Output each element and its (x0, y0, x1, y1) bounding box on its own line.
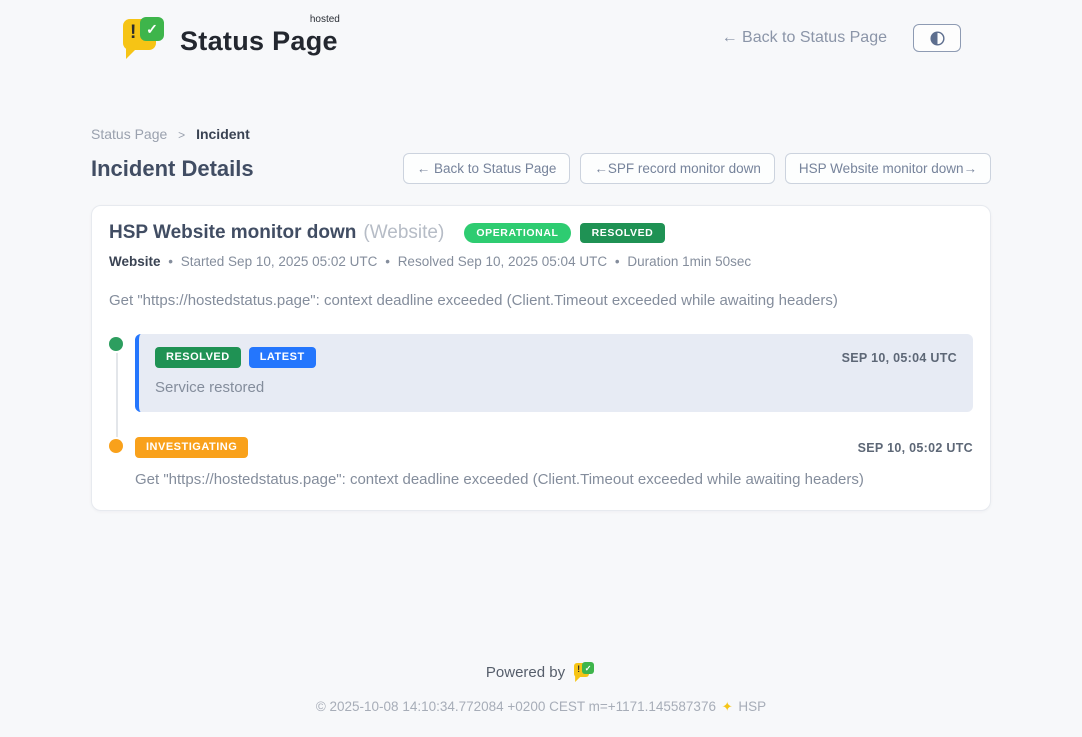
copyright-text: © 2025-10-08 14:10:34.772084 +0200 CEST … (316, 699, 716, 714)
timeline-message: Service restored (155, 379, 957, 396)
timeline-entry-investigating: INVESTIGATING SEP 10, 05:02 UTC Get "htt… (109, 437, 973, 488)
incident-nav-buttons: ← Back to Status Page ←SPF record monito… (403, 153, 991, 184)
timeline-entry-header: INVESTIGATING SEP 10, 05:02 UTC (135, 437, 973, 458)
latest-badge: LATEST (249, 347, 316, 368)
contrast-half-circle-icon (928, 29, 947, 48)
brand-superscript: hosted (310, 14, 340, 25)
investigating-status-badge: INVESTIGATING (135, 437, 248, 458)
logo-bubble-tail (575, 676, 581, 682)
header: ! ✓ Status Page hosted ← Back to Status … (0, 0, 1082, 60)
incident-timeline: RESOLVED LATEST SEP 10, 05:04 UTC Servic… (109, 334, 973, 488)
copyright-suffix: HSP (738, 699, 766, 714)
prev-incident-button[interactable]: ←SPF record monitor down (580, 153, 775, 184)
page-title: Incident Details (91, 156, 254, 182)
incident-component: (Website) (363, 222, 444, 244)
meta-separator: • (168, 254, 173, 269)
brand-logo-icon: ! ✓ (123, 16, 165, 60)
timeline-latest-highlight-box: RESOLVED LATEST SEP 10, 05:04 UTC Servic… (135, 334, 973, 412)
incident-title-row: HSP Website monitor down (Website) OPERA… (109, 222, 973, 244)
meta-resolved: Resolved Sep 10, 2025 05:04 UTC (398, 254, 607, 269)
brand-name-wrap: Status Page hosted (180, 20, 338, 57)
breadcrumb-status-page-link[interactable]: Status Page (91, 126, 167, 142)
meta-started: Started Sep 10, 2025 05:02 UTC (181, 254, 378, 269)
header-back-link[interactable]: ← Back to Status Page (722, 29, 887, 47)
exclamation-icon: ! (130, 23, 136, 42)
timeline-dot-orange (109, 439, 123, 453)
brand-logo[interactable]: ! ✓ Status Page hosted (123, 16, 338, 60)
footer-brand-logo[interactable]: ! ✓ (574, 661, 596, 683)
powered-by: Powered by ! ✓ (486, 661, 596, 683)
timeline-timestamp: SEP 10, 05:02 UTC (858, 441, 973, 455)
incident-title: HSP Website monitor down (109, 222, 356, 244)
powered-by-label: Powered by (486, 664, 565, 681)
sparkles-icon: ✦ (722, 699, 733, 714)
timeline-message: Get "https://hostedstatus.page": context… (135, 471, 973, 488)
breadcrumb-separator: > (178, 128, 185, 142)
exclamation-icon: ! (577, 665, 580, 674)
main-content: Status Page > Incident Incident Details … (91, 126, 991, 511)
incident-description: Get "https://hostedstatus.page": context… (109, 292, 973, 309)
timeline-entry-resolved: RESOLVED LATEST SEP 10, 05:04 UTC Servic… (109, 334, 973, 412)
meta-separator: • (615, 254, 620, 269)
footer: Powered by ! ✓ © 2025-10-08 14:10:34.772… (0, 661, 1082, 715)
brand-name: Status Page (180, 26, 338, 56)
timeline-dot-green (109, 337, 123, 351)
resolved-badge: RESOLVED (580, 223, 666, 244)
breadcrumb: Status Page > Incident (91, 126, 991, 142)
timeline-entry-header: RESOLVED LATEST SEP 10, 05:04 UTC (155, 347, 957, 368)
timeline-timestamp: SEP 10, 05:04 UTC (842, 351, 957, 365)
operational-badge: OPERATIONAL (464, 223, 570, 244)
back-to-status-page-button[interactable]: ← Back to Status Page (403, 153, 571, 184)
breadcrumb-current: Incident (196, 126, 250, 142)
meta-duration: Duration 1min 50sec (627, 254, 751, 269)
header-right: ← Back to Status Page (722, 24, 961, 52)
resolved-status-badge: RESOLVED (155, 347, 241, 368)
copyright-line: © 2025-10-08 14:10:34.772084 +0200 CEST … (0, 699, 1082, 715)
checkmark-icon: ✓ (140, 17, 164, 41)
next-incident-button[interactable]: HSP Website monitor down→ (785, 153, 991, 184)
meta-component: Website (109, 254, 161, 269)
checkmark-icon: ✓ (582, 662, 594, 674)
incident-meta: Website • Started Sep 10, 2025 05:02 UTC… (109, 254, 973, 269)
title-row: Incident Details ← Back to Status Page ←… (91, 153, 991, 184)
timeline-badges: RESOLVED LATEST (155, 347, 316, 368)
theme-toggle-button[interactable] (913, 24, 961, 52)
incident-card: HSP Website monitor down (Website) OPERA… (91, 205, 991, 511)
meta-separator: • (385, 254, 390, 269)
